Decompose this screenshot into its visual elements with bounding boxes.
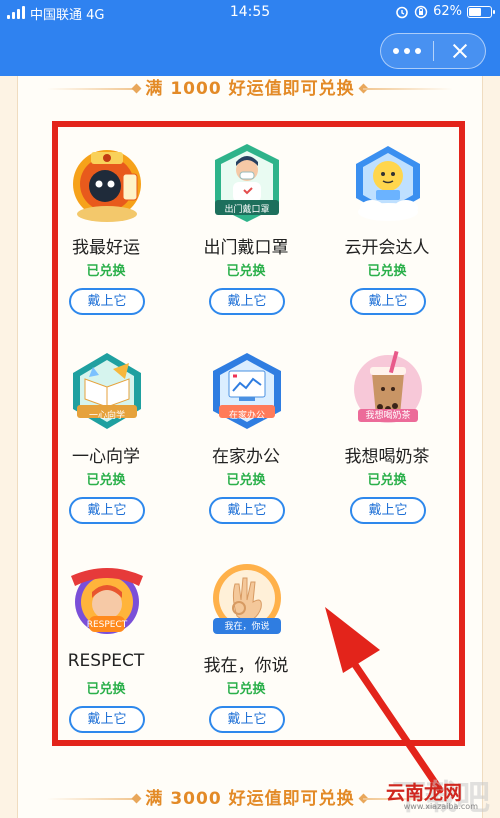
section-title: 满 1000 好运值即可兑换 bbox=[145, 79, 355, 99]
highlight-box bbox=[52, 121, 465, 746]
section-title: 满 3000 好运值即可兑换 bbox=[145, 789, 355, 809]
watermark-url: www.xiazaiba.com bbox=[403, 802, 478, 811]
alarm-icon bbox=[396, 6, 408, 18]
close-icon[interactable] bbox=[434, 34, 485, 68]
battery-icon bbox=[467, 5, 495, 18]
status-right: 62% bbox=[395, 4, 495, 19]
more-dots-icon[interactable] bbox=[381, 34, 433, 68]
capsule-menu bbox=[380, 33, 486, 69]
section-header-1000: 满 1000 好运值即可兑换 bbox=[0, 74, 500, 104]
orientation-lock-icon bbox=[414, 5, 428, 18]
watermark: 下载吧 云南龙网 www.xiazaiba.com bbox=[332, 772, 492, 818]
watermark-site: 云南龙网 bbox=[385, 782, 462, 804]
title-bar bbox=[0, 26, 500, 76]
status-bar: 中国联通 4G 14:55 62% bbox=[0, 0, 500, 26]
battery-percent: 62% bbox=[433, 4, 462, 19]
